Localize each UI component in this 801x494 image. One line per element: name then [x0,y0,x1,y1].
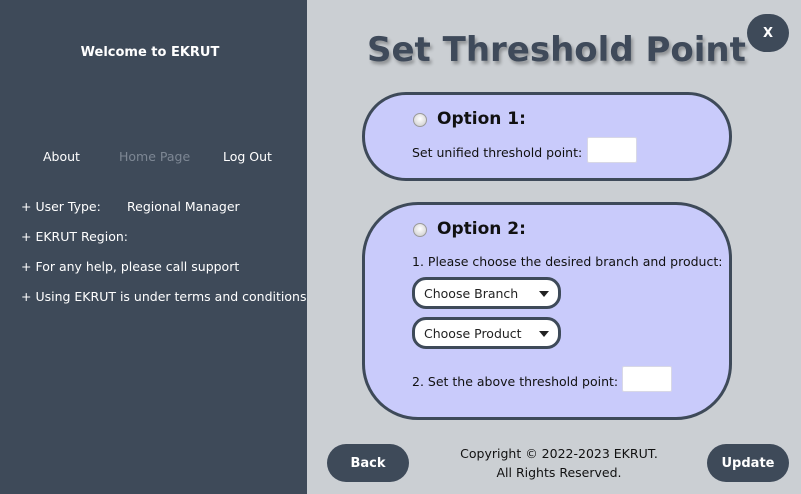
chevron-down-icon [539,331,549,337]
product-combo-label: Choose Product [424,325,522,341]
sidebar: Welcome to EKRUT About Home Page Log Out… [0,0,307,494]
unified-threshold-input[interactable] [587,137,637,163]
close-button[interactable]: X [747,14,789,52]
branch-combo-label: Choose Branch [424,285,519,301]
option2-step2-label: 2. Set the above threshold point: [412,374,619,389]
option1-panel [362,92,732,181]
terms-text: + Using EKRUT is under terms and conditi… [21,289,307,304]
option2-step1-label: 1. Please choose the desired branch and … [412,254,723,269]
user-type-label: + User Type: [21,199,101,214]
copyright-line1: Copyright © 2022-2023 EKRUT. [460,446,658,461]
copyright-line2: All Rights Reserved. [496,465,622,480]
option1-title: Option 1: [437,109,526,129]
nav-logout-link[interactable]: Log Out [223,149,272,164]
option1-radio[interactable] [413,113,427,127]
welcome-title: Welcome to EKRUT [80,45,220,60]
region-label: + EKRUT Region: [21,229,128,244]
user-type-value: Regional Manager [127,199,240,214]
nav-home-link: Home Page [119,149,191,164]
branch-combo[interactable]: Choose Branch [412,277,561,309]
update-button[interactable]: Update [707,444,789,482]
page-title: Set Threshold Point [367,30,746,70]
option2-radio[interactable] [413,223,427,237]
help-text: + For any help, please call support [21,259,240,274]
product-combo[interactable]: Choose Product [412,317,561,349]
nav-about-link[interactable]: About [43,149,80,164]
copyright: Copyright © 2022-2023 EKRUT. All Rights … [440,444,678,482]
branch-threshold-input[interactable] [622,366,672,392]
back-button[interactable]: Back [327,444,409,482]
option1-label: Set unified threshold point: [412,145,583,160]
chevron-down-icon [539,291,549,297]
option2-title: Option 2: [437,219,526,239]
